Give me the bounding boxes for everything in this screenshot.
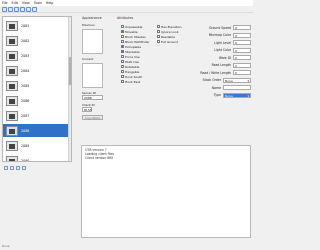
client-id-row: 8155 — [82, 107, 108, 112]
sprite-thumbnail — [6, 50, 18, 61]
light-level-row: Light Level 0 — [193, 39, 251, 47]
light-color-row: Light Color 0 — [193, 47, 251, 55]
attribute-checkboxes-col2: Has Elevation Ignore Look Readable Full … — [157, 24, 191, 44]
output-console[interactable]: OTB version 7 Loading client files Clien… — [81, 145, 251, 238]
stack-order-select[interactable]: None ▾ — [223, 77, 251, 83]
sprite-thumbnail — [6, 35, 18, 46]
list-bottom-toolbar — [2, 165, 72, 171]
appearance-title: Appearance — [82, 16, 102, 20]
light-level-field[interactable]: 0 — [233, 40, 251, 46]
stack-order-row: Stack Order None ▾ — [202, 77, 251, 83]
save-as-icon[interactable] — [20, 6, 25, 12]
toolbar — [0, 6, 253, 13]
menu-help[interactable]: Help — [46, 1, 54, 5]
copy-paste-button[interactable]: Copy/Paste — [82, 115, 103, 120]
duplicate-icon[interactable] — [10, 166, 14, 170]
server-id-field[interactable]: 2088 — [82, 95, 103, 100]
sprite-thumbnail — [6, 125, 18, 136]
sprite-thumbnail — [6, 80, 18, 91]
client-id-stepper[interactable]: 8155 — [82, 107, 92, 112]
list-item-selected[interactable]: 2088 — [3, 124, 71, 137]
hook-east-checkbox[interactable]: Hook East — [121, 79, 157, 84]
save-icon[interactable] — [14, 6, 19, 12]
ware-id-field[interactable]: 0 — [233, 55, 251, 61]
list-item[interactable]: 2083 — [3, 49, 71, 62]
current-label: Current — [82, 57, 94, 61]
chevron-down-icon: ▾ — [247, 93, 249, 98]
remove-icon[interactable] — [16, 166, 20, 170]
light-color-field[interactable]: 0 — [233, 47, 251, 53]
find-icon[interactable] — [22, 166, 26, 170]
previous-sprite-preview — [82, 29, 103, 54]
previous-label: Previous — [82, 23, 95, 27]
server-id-label: Server ID — [82, 91, 96, 95]
read-write-length-field[interactable]: 0 — [233, 70, 251, 76]
list-item[interactable]: 2086 — [3, 94, 71, 107]
list-item[interactable]: 2081 — [3, 19, 71, 32]
current-sprite-preview — [82, 63, 103, 88]
list-item[interactable]: 2085 — [3, 79, 71, 92]
open-icon[interactable] — [8, 6, 13, 12]
attributes-group: Attributes Unpassable Movable Block Miss… — [117, 16, 251, 142]
sprite-thumbnail — [6, 65, 18, 76]
status-bar-text: Done. — [2, 244, 11, 248]
menu-file[interactable]: File — [2, 1, 8, 5]
full-ground-checkbox[interactable]: Full Ground — [157, 39, 191, 44]
type-select[interactable]: None ▾ — [223, 92, 251, 98]
ground-speed-field[interactable]: 0 — [233, 25, 251, 31]
sprite-thumbnail — [6, 155, 18, 161]
console-line: Client version 860 — [85, 156, 114, 160]
attribute-fields: Ground Speed 0 Minimap Color 0 Light Level… — [193, 24, 251, 99]
list-scrollbar[interactable] — [68, 17, 71, 161]
attributes-title: Attributes — [117, 16, 134, 20]
add-icon[interactable] — [4, 166, 8, 170]
scroll-thumb[interactable] — [69, 57, 71, 85]
menu-edit[interactable]: Edit — [12, 1, 18, 5]
minimap-color-field[interactable]: 0 — [233, 32, 251, 38]
attribute-checkboxes-col1: Unpassable Movable Block Missiles Block … — [121, 24, 157, 84]
name-field[interactable] — [223, 85, 251, 91]
name-row: Name — [193, 84, 251, 92]
list-item[interactable]: 2084 — [3, 64, 71, 77]
reload-icon[interactable] — [26, 6, 31, 12]
ware-id-row: Ware ID 0 — [193, 54, 251, 62]
list-item[interactable]: 2090 — [3, 154, 71, 161]
menu-tools[interactable]: Tools — [34, 1, 42, 5]
minimap-color-row: Minimap Color 0 — [193, 32, 251, 40]
menu-view[interactable]: View — [22, 1, 30, 5]
compare-icon[interactable] — [32, 6, 37, 12]
read-length-field[interactable]: 0 — [233, 62, 251, 68]
item-list[interactable]: 2081 2082 2083 2084 2085 2086 2087 2088 … — [2, 16, 72, 162]
type-row: Type None ▾ — [213, 92, 251, 98]
sprite-thumbnail — [6, 95, 18, 106]
ground-speed-row: Ground Speed 0 — [193, 24, 251, 32]
new-icon[interactable] — [2, 6, 7, 12]
list-item[interactable]: 2082 — [3, 34, 71, 47]
list-item[interactable]: 2089 — [3, 139, 71, 152]
chevron-down-icon: ▾ — [247, 78, 249, 83]
sprite-thumbnail — [6, 110, 18, 121]
sprite-thumbnail — [6, 140, 18, 151]
read-write-length-row: Read / Write Length 0 — [193, 69, 251, 77]
appearance-group: Appearance Previous Current Server ID 20… — [82, 16, 108, 142]
sprite-thumbnail — [6, 20, 18, 31]
read-length-row: Read Length 0 — [193, 62, 251, 70]
list-item[interactable]: 2087 — [3, 109, 71, 122]
